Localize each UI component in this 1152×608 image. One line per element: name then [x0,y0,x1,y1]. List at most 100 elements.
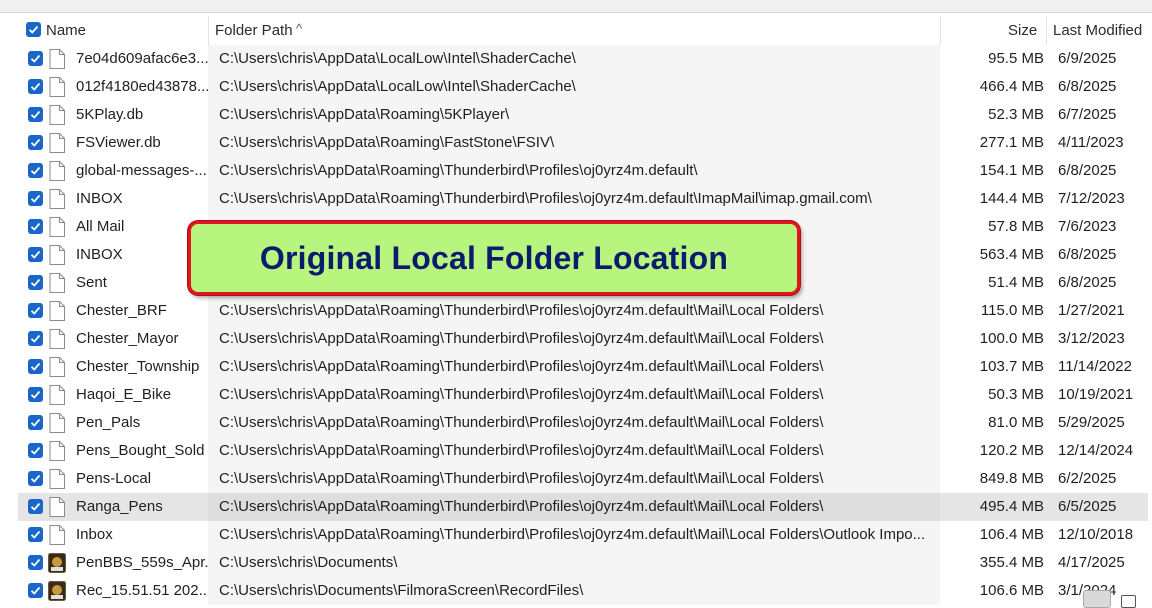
file-name: Haqoi_E_Bike [76,386,172,403]
details-view-icon[interactable] [1083,590,1111,608]
table-row[interactable]: Haqoi_E_Bike C:\Users\chris\AppData\Roami… [18,381,1148,409]
row-checkbox[interactable] [28,387,43,402]
row-checkbox[interactable] [28,303,43,318]
table-row[interactable]: Inbox C:\Users\chris\AppData\Roaming\Thun… [18,521,1148,549]
row-checkbox[interactable] [28,219,43,234]
row-checkbox[interactable] [28,79,43,94]
table-row[interactable]: 012f4180ed43878... C:\Users\chris\AppData… [18,73,1148,101]
file-name: FSViewer.db [76,134,161,151]
row-checkbox[interactable] [28,359,43,374]
annotation-callout-text: Original Local Folder Location [259,239,729,276]
row-checkbox[interactable] [28,163,43,178]
column-header-size[interactable]: Size [1008,16,1037,45]
row-checkbox[interactable] [28,135,43,150]
file-name: INBOX [76,190,123,207]
document-icon [48,245,66,265]
table-row[interactable]: Pens_Bought_Sold C:\Users\chris\AppData\R… [18,437,1148,465]
row-checkbox[interactable] [28,191,43,206]
column-header-name[interactable]: Name [46,16,86,45]
row-checkbox[interactable] [28,527,43,542]
row-checkbox[interactable] [28,443,43,458]
last-modified: 11/14/2022 [1058,358,1132,375]
file-name: 7e04d609afac6e3... [76,50,208,67]
column-header-last-modified[interactable]: Last Modified [1053,16,1142,45]
table-row[interactable]: Ranga_Pens C:\Users\chris\AppData\Roaming… [18,493,1148,521]
video-thumbnail-icon [48,581,66,601]
file-size: 100.0 MB [979,330,1044,347]
table-row[interactable]: Chester_Mayor C:\Users\chris\AppData\Roam… [18,325,1148,353]
document-icon [48,301,66,321]
last-modified: 7/12/2023 [1058,190,1125,207]
folder-path: C:\Users\chris\AppData\Roaming\Thunderbi… [219,302,824,319]
file-name: Inbox [76,526,113,543]
table-row[interactable]: Pen_Pals C:\Users\chris\AppData\Roaming\T… [18,409,1148,437]
file-size: 103.7 MB [979,358,1044,375]
sort-ascending-icon: ^ [296,21,303,36]
folder-path: C:\Users\chris\AppData\Roaming\Thunderbi… [219,358,824,375]
row-checkbox[interactable] [28,555,43,570]
folder-path: C:\Users\chris\AppData\Roaming\Thunderbi… [219,526,926,543]
table-row[interactable]: INBOX C:\Users\chris\AppData\Roaming\Thun… [18,185,1148,213]
folder-path: C:\Users\chris\AppData\Roaming\Thunderbi… [219,190,872,207]
row-checkbox[interactable] [28,247,43,262]
table-row[interactable]: Rec_15.51.51 202... C:\Users\chris\Docume… [18,577,1148,605]
file-size: 495.4 MB [979,498,1044,515]
document-icon [48,469,66,489]
last-modified: 6/8/2025 [1058,246,1117,263]
annotation-callout: Original Local Folder Location [188,221,800,295]
row-checkbox[interactable] [28,471,43,486]
row-checkbox[interactable] [28,107,43,122]
document-icon [48,413,66,433]
table-row[interactable]: Chester_BRF C:\Users\chris\AppData\Roamin… [18,297,1148,325]
file-name: Pen_Pals [76,414,141,431]
folder-path: C:\Users\chris\AppData\Roaming\5KPlayer\ [219,106,510,123]
thumbnail-view-icon[interactable] [1121,595,1136,608]
document-icon [48,357,66,377]
file-name: Ranga_Pens [76,498,163,515]
folder-path: C:\Users\chris\Documents\ [219,554,398,571]
folder-path: C:\Users\chris\AppData\LocalLow\Intel\Sh… [219,50,576,67]
last-modified: 5/29/2025 [1058,414,1125,431]
last-modified: 6/7/2025 [1058,106,1117,123]
folder-path: C:\Users\chris\AppData\Roaming\Thunderbi… [219,414,824,431]
column-separator[interactable] [208,16,209,45]
row-checkbox[interactable] [28,275,43,290]
file-name: Chester_BRF [76,302,167,319]
folder-path: C:\Users\chris\AppData\Roaming\Thunderbi… [219,470,824,487]
last-modified: 1/27/2021 [1058,302,1125,319]
database-file-icon [48,105,66,125]
table-row[interactable]: 7e04d609afac6e3... C:\Users\chris\AppData… [18,45,1148,73]
last-modified: 6/8/2025 [1058,78,1117,95]
row-checkbox[interactable] [28,499,43,514]
column-header-folder-path[interactable]: Folder Path [215,16,293,45]
document-icon [48,329,66,349]
window-top-strip [0,0,1152,13]
table-row[interactable]: FSViewer.db C:\Users\chris\AppData\Roamin… [18,129,1148,157]
folder-path: C:\Users\chris\AppData\Roaming\Thunderbi… [219,442,824,459]
document-icon [48,497,66,517]
select-all-checkbox[interactable] [26,22,41,37]
file-size: 144.4 MB [979,190,1044,207]
document-icon [48,441,66,461]
column-separator[interactable] [1046,16,1047,45]
file-size: 120.2 MB [979,442,1044,459]
file-size: 563.4 MB [979,246,1044,263]
video-thumbnail-icon [48,553,66,573]
row-checkbox[interactable] [28,51,43,66]
table-row[interactable]: PenBBS_559s_Apr... C:\Users\chris\Documen… [18,549,1148,577]
table-row[interactable]: 5KPlay.db C:\Users\chris\AppData\Roaming\… [18,101,1148,129]
file-size: 52.3 MB [988,106,1044,123]
row-checkbox[interactable] [28,331,43,346]
file-name: 5KPlay.db [76,106,144,123]
file-size: 81.0 MB [988,414,1044,431]
file-size: 849.8 MB [979,470,1044,487]
table-row[interactable]: Chester_Township C:\Users\chris\AppData\R… [18,353,1148,381]
table-row[interactable]: global-messages-... C:\Users\chris\AppDat… [18,157,1148,185]
row-checkbox[interactable] [28,415,43,430]
table-row[interactable]: Pens-Local C:\Users\chris\AppData\Roaming… [18,465,1148,493]
file-size: 466.4 MB [979,78,1044,95]
file-name: Pens-Local [76,470,152,487]
row-checkbox[interactable] [28,583,43,598]
database-file-icon [48,133,66,153]
column-separator[interactable] [940,16,941,45]
